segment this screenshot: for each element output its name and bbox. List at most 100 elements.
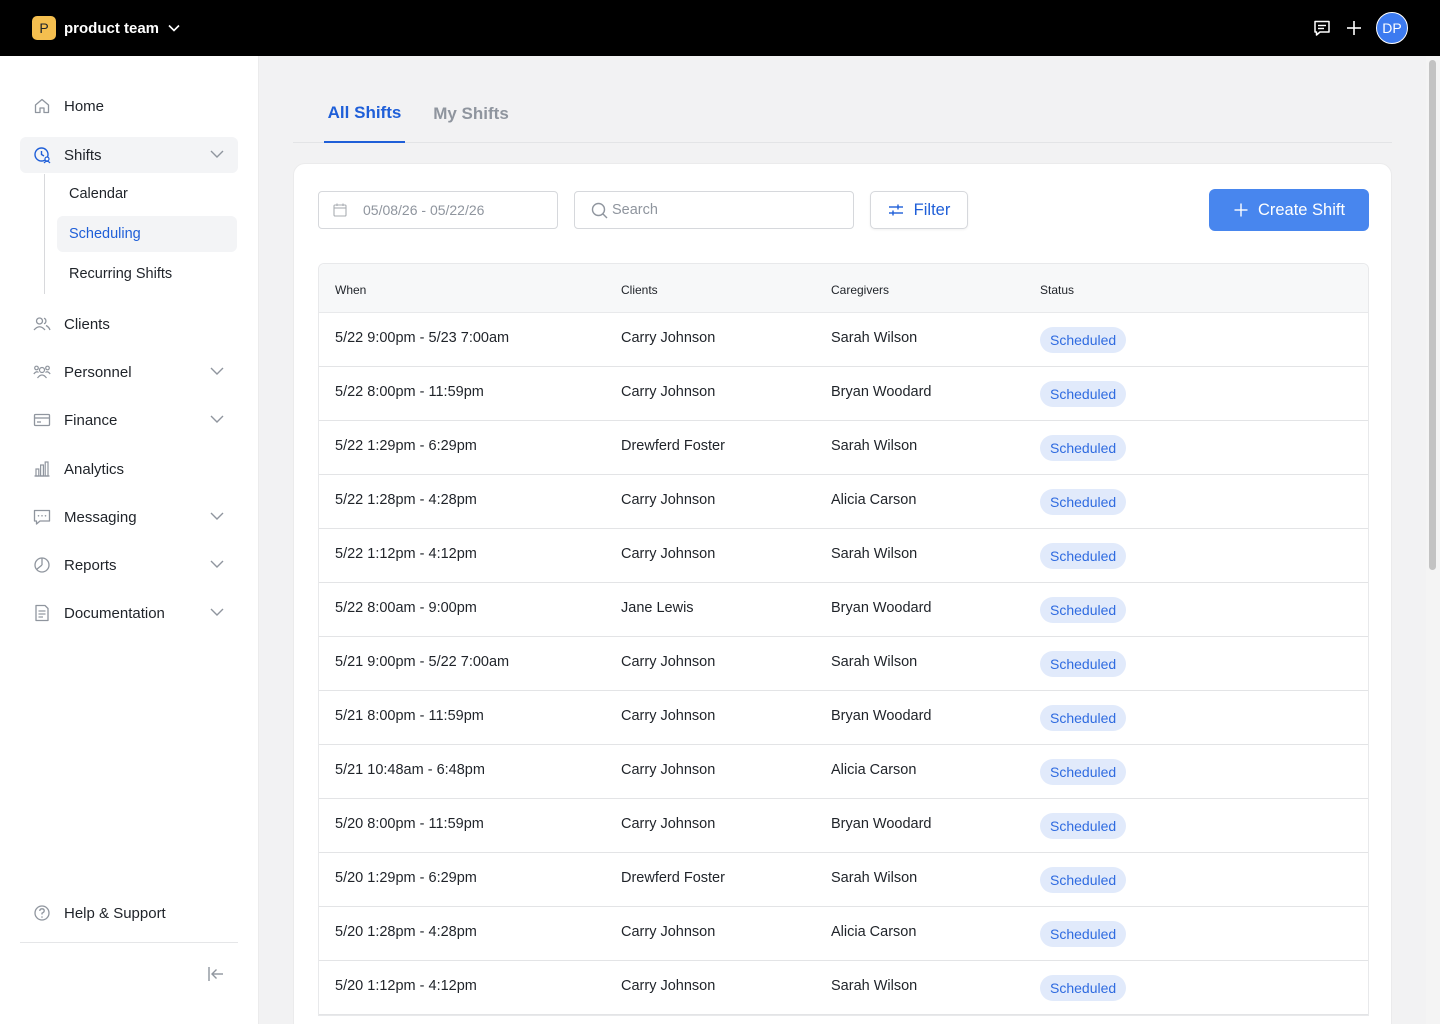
sidebar-item-label: Messaging: [64, 508, 137, 526]
shift-caregiver: Sarah Wilson: [831, 330, 918, 346]
filter-button[interactable]: Filter: [870, 191, 968, 229]
shift-client: Carry Johnson: [621, 924, 716, 940]
sidebar-item-label: Personnel: [64, 363, 132, 381]
shift-client: Drewferd Foster: [621, 870, 725, 886]
status-badge: Scheduled: [1040, 813, 1127, 839]
sidebar-item-documentation[interactable]: Documentation: [20, 595, 238, 631]
table-row[interactable]: 5/20 8:00pm - 11:59pm Carry Johnson Bryan …: [319, 799, 1368, 853]
column-header-clients[interactable]: Clients: [621, 283, 658, 297]
shift-client: Carry Johnson: [621, 978, 716, 994]
status-badge: Scheduled: [1040, 381, 1127, 407]
status-badge: Scheduled: [1040, 705, 1127, 731]
sidebar-item-shifts[interactable]: Shifts: [20, 137, 238, 173]
shift-caregiver: Alicia Carson: [831, 924, 917, 940]
scrollbar-thumb[interactable]: [1429, 60, 1436, 570]
date-range-value: 05/08/26 - 05/22/26: [363, 202, 485, 218]
create-shift-button[interactable]: Create Shift: [1209, 189, 1369, 231]
sidebar-subitem-calendar[interactable]: Calendar: [57, 176, 237, 212]
table-row[interactable]: 5/22 1:12pm - 4:12pm Carry Johnson Sarah W…: [319, 529, 1368, 583]
sidebar-subitem-recurring-shifts[interactable]: Recurring Shifts: [57, 256, 237, 292]
sidebar-item-reports[interactable]: Reports: [20, 547, 238, 583]
shift-when: 5/21 10:48am - 6:48pm: [335, 762, 485, 778]
shift-caregiver: Sarah Wilson: [831, 438, 918, 454]
date-range-picker[interactable]: 05/08/26 - 05/22/26: [318, 191, 558, 229]
sliders-icon: [888, 203, 904, 217]
status-badge: Scheduled: [1040, 921, 1127, 947]
shift-caregiver: Sarah Wilson: [831, 978, 918, 994]
sidebar-divider: [20, 942, 238, 943]
status-badge: Scheduled: [1040, 489, 1127, 515]
table-row[interactable]: 5/22 9:00pm - 5/23 7:00am Carry Johnson Sa…: [319, 313, 1368, 367]
pie-chart-icon: [33, 556, 51, 574]
table-row[interactable]: 5/22 1:29pm - 6:29pm Drewferd Foster Sarah…: [319, 421, 1368, 475]
sidebar-item-label: Analytics: [64, 460, 125, 478]
table-row[interactable]: 5/22 8:00pm - 11:59pm Carry Johnson Bryan …: [319, 367, 1368, 421]
org-name: product team: [64, 19, 160, 37]
collapse-sidebar-icon[interactable]: [206, 964, 226, 984]
shift-when: 5/22 1:12pm - 4:12pm: [335, 546, 477, 562]
messages-icon[interactable]: [1312, 18, 1332, 38]
org-badge: P: [32, 16, 56, 40]
sidebar-item-help-support[interactable]: Help & Support: [20, 895, 238, 931]
sidebar-item-home[interactable]: Home: [20, 88, 238, 124]
table-row[interactable]: 5/20 1:29pm - 6:29pm Drewferd Foster Sarah…: [319, 853, 1368, 907]
shift-when: 5/22 1:29pm - 6:29pm: [335, 438, 477, 454]
status-badge: Scheduled: [1040, 651, 1127, 677]
table-row[interactable]: 5/20 1:28pm - 4:28pm Carry Johnson Alicia …: [319, 907, 1368, 961]
sidebar-item-messaging[interactable]: Messaging: [20, 499, 238, 535]
shift-when: 5/22 8:00pm - 11:59pm: [335, 384, 484, 400]
filter-label: Filter: [913, 200, 951, 219]
shift-when: 5/22 8:00am - 9:00pm: [335, 600, 477, 616]
table-row[interactable]: 5/20 1:12pm - 4:12pm Carry Johnson Sarah W…: [319, 961, 1368, 1015]
shift-client: Carry Johnson: [621, 546, 716, 562]
shift-caregiver: Sarah Wilson: [831, 546, 918, 562]
chevron-down-icon: [210, 607, 224, 617]
shift-client: Carry Johnson: [621, 384, 716, 400]
table-row[interactable]: 5/22 1:28pm - 4:28pm Carry Johnson Alicia …: [319, 475, 1368, 529]
search-box[interactable]: [574, 191, 854, 229]
status-badge: Scheduled: [1040, 867, 1127, 893]
tab-my-shifts[interactable]: My Shifts: [429, 84, 513, 143]
shift-when: 5/21 8:00pm - 11:59pm: [335, 708, 484, 724]
sidebar-item-personnel[interactable]: Personnel: [20, 354, 238, 390]
table-row[interactable]: 5/21 8:00pm - 11:59pm Carry Johnson Bryan …: [319, 691, 1368, 745]
table-row[interactable]: 5/22 8:00am - 9:00pm Jane Lewis Bryan Wood…: [319, 583, 1368, 637]
avatar[interactable]: DP: [1376, 12, 1408, 44]
sidebar-subitem-scheduling[interactable]: Scheduling: [57, 216, 237, 252]
table-row[interactable]: 5/21 9:00pm - 5/22 7:00am Carry Johnson Sa…: [319, 637, 1368, 691]
top-bar: P product team DP: [0, 0, 1440, 56]
shift-caregiver: Bryan Woodard: [831, 600, 932, 616]
column-header-when[interactable]: When: [335, 283, 366, 297]
shift-when: 5/20 1:12pm - 4:12pm: [335, 978, 477, 994]
sidebar: Home Shifts Calendar Scheduling Recurrin…: [0, 56, 259, 1024]
plus-icon[interactable]: [1344, 18, 1364, 38]
shift-tabs: All Shifts My Shifts: [293, 84, 1392, 143]
shift-client: Carry Johnson: [621, 654, 716, 670]
shift-caregiver: Bryan Woodard: [831, 708, 932, 724]
chevron-down-icon: [210, 414, 224, 424]
sidebar-item-label: Documentation: [64, 604, 165, 622]
sidebar-item-clients[interactable]: Clients: [20, 306, 238, 342]
column-header-status[interactable]: Status: [1040, 283, 1074, 297]
table-row[interactable]: 5/21 10:48am - 6:48pm Carry Johnson Alicia…: [319, 745, 1368, 799]
shift-when: 5/22 1:28pm - 4:28pm: [335, 492, 477, 508]
sidebar-item-analytics[interactable]: Analytics: [20, 451, 238, 487]
sidebar-item-finance[interactable]: Finance: [20, 402, 238, 438]
shifts-card: 05/08/26 - 05/22/26 Filter Create Shift …: [293, 163, 1392, 1024]
chevron-down-icon: [210, 511, 224, 521]
clock-user-icon: [33, 146, 51, 164]
card-icon: [33, 411, 51, 429]
shift-when: 5/20 1:29pm - 6:29pm: [335, 870, 477, 886]
status-badge: Scheduled: [1040, 327, 1127, 353]
document-icon: [33, 604, 51, 622]
search-icon: [591, 202, 608, 219]
tab-all-shifts[interactable]: All Shifts: [324, 84, 405, 143]
search-input[interactable]: [612, 202, 842, 218]
column-header-caregivers[interactable]: Caregivers: [831, 283, 889, 297]
team-icon: [33, 363, 51, 381]
shift-client: Carry Johnson: [621, 816, 716, 832]
status-badge: Scheduled: [1040, 543, 1127, 569]
org-switcher[interactable]: P product team: [32, 16, 181, 40]
plus-icon: [1233, 202, 1249, 218]
chevron-down-icon: [210, 366, 224, 376]
